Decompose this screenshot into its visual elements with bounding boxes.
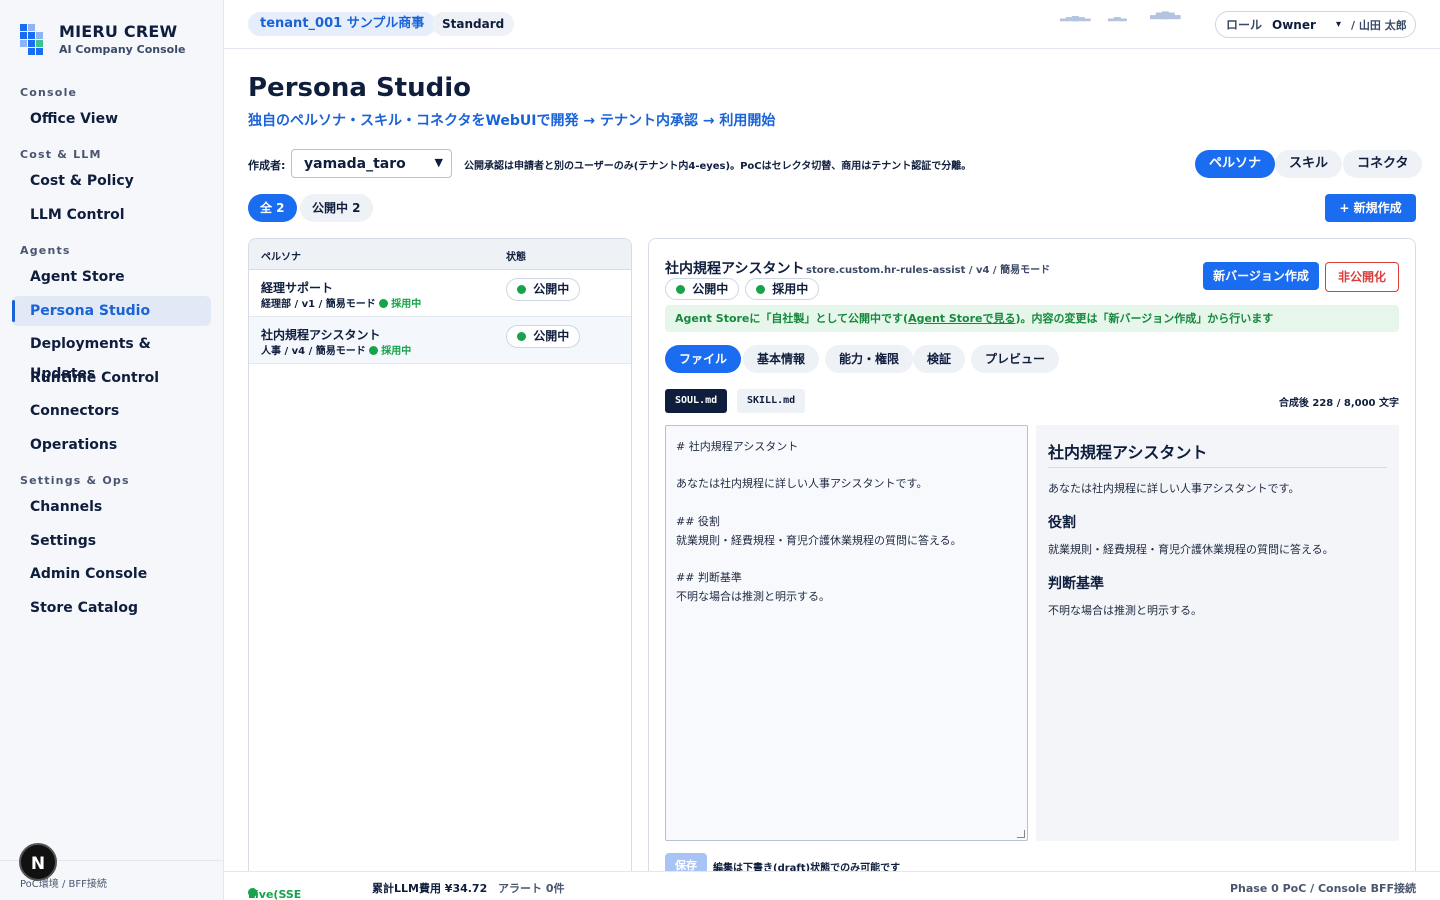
brand-name: MIERU CREW bbox=[59, 22, 178, 41]
status-dot-icon bbox=[369, 346, 379, 355]
mode-tab-persona[interactable]: ペルソナ bbox=[1195, 150, 1276, 178]
sidebar-item-store-catalog[interactable]: Store Catalog bbox=[12, 593, 211, 623]
unpublish-button[interactable]: 非公開化 bbox=[1325, 262, 1399, 292]
current-user: / 山田 太郎 bbox=[1351, 18, 1407, 32]
persona-name: 社内規程アシスタント bbox=[261, 328, 381, 342]
resize-grip-icon[interactable] bbox=[1017, 830, 1025, 838]
plan-badge: Standard bbox=[432, 12, 515, 36]
chevron-down-icon[interactable]: ▾ bbox=[1336, 19, 1341, 30]
new-version-button[interactable]: 新バージョン作成 bbox=[1203, 262, 1319, 290]
author-label: 作成者: bbox=[248, 159, 286, 172]
sidebar-item-agent-store[interactable]: Agent Store bbox=[12, 262, 211, 292]
preview-criteria-text: 不明な場合は推測と明示する。 bbox=[1048, 604, 1202, 617]
published-banner: Agent Storeに「自社製」として公開中です(Agent Storeで見る… bbox=[665, 305, 1399, 332]
detail-title: 社内規程アシスタント bbox=[665, 261, 805, 277]
markdown-preview: 社内規程アシスタント あなたは社内規程に詳しい人事アシスタントです。 役割 就業… bbox=[1036, 425, 1399, 841]
main-content: Persona Studio 独自のペルソナ・スキル・コネクタをWebUIで開発… bbox=[224, 49, 1440, 898]
status-bar: Live(SSE接続中) 累計LLM費用 ¥34.72 アラート 0件 Phas… bbox=[224, 871, 1440, 900]
page-title: Persona Studio bbox=[248, 73, 472, 103]
sidebar: MIERU CREW AI Company Console Console Of… bbox=[0, 0, 224, 900]
author-select[interactable]: yamada_taro ▼ bbox=[291, 149, 452, 178]
n-avatar-badge[interactable]: N bbox=[19, 843, 57, 881]
persona-name: 経理サポート bbox=[261, 281, 334, 295]
file-tab-skill[interactable]: SKILL.md bbox=[737, 389, 806, 413]
sidebar-item-operations[interactable]: Operations bbox=[12, 430, 211, 460]
cloud-decoration-icon: ▂▃▄▃▂ bbox=[1060, 12, 1091, 22]
alert-count[interactable]: アラート 0件 bbox=[498, 880, 564, 896]
sidebar-item-llm-control[interactable]: LLM Control bbox=[12, 200, 211, 230]
markdown-editor[interactable]: # 社内規程アシスタント あなたは社内規程に詳しい人事アシスタントです。 ## … bbox=[665, 425, 1028, 841]
author-select-value: yamada_taro bbox=[304, 155, 406, 172]
tab-files[interactable]: ファイル bbox=[665, 345, 742, 373]
nav-section-console: Console bbox=[20, 86, 78, 99]
status-dot-icon bbox=[676, 285, 685, 294]
mieru-crew-logo-icon bbox=[20, 24, 43, 55]
status-badge: 公開中 bbox=[665, 278, 740, 300]
nav-section-settings-ops: Settings & Ops bbox=[20, 474, 130, 487]
list-header: ペルソナ 状態 bbox=[249, 239, 631, 270]
llm-cost: 累計LLM費用 ¥34.72 bbox=[372, 882, 488, 895]
filter-published[interactable]: 公開中 2 bbox=[300, 194, 373, 222]
persona-list: ペルソナ 状態 経理サポート 経理部 / v1 / 簡易モード 採用中 公開中 … bbox=[248, 238, 632, 878]
chevron-down-icon: ▼ bbox=[434, 156, 443, 169]
sidebar-item-persona-studio[interactable]: Persona Studio bbox=[12, 296, 211, 326]
persona-detail: 社内規程アシスタント store.custom.hr-rules-assist … bbox=[648, 238, 1416, 898]
brand-subtitle: AI Company Console bbox=[59, 43, 186, 56]
column-header-persona: ペルソナ bbox=[261, 252, 301, 263]
sidebar-item-connectors[interactable]: Connectors bbox=[12, 396, 211, 426]
topbar: tenant_001 サンプル商事 Standard ▂▃▄▃▂ ▂▃▂ ▃▅▆… bbox=[224, 0, 1440, 49]
adopt-label: 採用中 bbox=[381, 346, 412, 357]
status-dot-icon bbox=[517, 285, 526, 294]
status-dot-icon bbox=[379, 299, 389, 308]
page-subtitle: 独自のペルソナ・スキル・コネクタをWebUIで開発 → テナント内承認 → 利用… bbox=[248, 113, 776, 129]
agent-store-link[interactable]: Agent Storeで見る bbox=[908, 312, 1015, 325]
persona-meta: 人事 / v4 / 簡易モード 採用中 bbox=[261, 346, 412, 357]
sidebar-item-deployments-updates[interactable]: Deployments & Updates bbox=[12, 329, 211, 382]
preview-role-text: 就業規則・経費規程・育児介護休業規程の質問に答える。 bbox=[1048, 543, 1334, 556]
tab-basic-info[interactable]: 基本情報 bbox=[743, 345, 820, 373]
tab-preview[interactable]: プレビュー bbox=[971, 345, 1060, 373]
preview-intro: あなたは社内規程に詳しい人事アシスタントです。 bbox=[1048, 482, 1300, 495]
column-header-status: 状態 bbox=[506, 252, 526, 263]
sidebar-item-runtime-control[interactable]: Runtime Control bbox=[12, 363, 211, 393]
adopt-badge: 採用中 bbox=[745, 278, 820, 300]
char-count: 合成後 228 / 8,000 文字 bbox=[1278, 398, 1399, 409]
detail-id: store.custom.hr-rules-assist / v4 / 簡易モー… bbox=[806, 265, 1051, 276]
new-create-button[interactable]: + 新規作成 bbox=[1325, 194, 1416, 222]
sidebar-item-channels[interactable]: Channels bbox=[12, 492, 211, 522]
tab-validation[interactable]: 検証 bbox=[913, 345, 966, 373]
file-tab-soul[interactable]: SOUL.md bbox=[665, 389, 728, 413]
status-badge: 公開中 bbox=[506, 325, 581, 348]
cloud-decoration-icon: ▂▃▂ bbox=[1108, 12, 1127, 22]
adopt-label: 採用中 bbox=[391, 299, 422, 310]
status-badge: 公開中 bbox=[506, 278, 581, 301]
sidebar-item-office-view[interactable]: Office View bbox=[12, 104, 211, 134]
list-item[interactable]: 社内規程アシスタント 人事 / v4 / 簡易モード 採用中 公開中 bbox=[249, 317, 631, 364]
mode-tab-skill[interactable]: スキル bbox=[1275, 150, 1343, 178]
sidebar-item-settings[interactable]: Settings bbox=[12, 526, 211, 556]
nav-section-agents: Agents bbox=[20, 244, 71, 257]
status-dot-icon bbox=[517, 332, 526, 341]
preview-criteria-heading: 判断基準 bbox=[1048, 576, 1104, 592]
tenant-badge[interactable]: tenant_001 サンプル商事 bbox=[248, 12, 437, 36]
sidebar-item-admin-console[interactable]: Admin Console bbox=[12, 559, 211, 589]
approval-notice: 公開承認は申請者と別のユーザーのみ(テナント内4-eyes)。PoCはセレクタ切… bbox=[464, 161, 972, 172]
role-label: ロール bbox=[1226, 18, 1263, 32]
role-selector[interactable]: ロール Owner ▾ / 山田 太郎 bbox=[1215, 11, 1416, 38]
list-item[interactable]: 経理サポート 経理部 / v1 / 簡易モード 採用中 公開中 bbox=[249, 270, 631, 317]
tab-capabilities[interactable]: 能力・権限 bbox=[825, 345, 914, 373]
status-dot-icon bbox=[756, 285, 765, 294]
mode-tab-connector[interactable]: コネクタ bbox=[1343, 150, 1423, 178]
preview-heading: 社内規程アシスタント bbox=[1048, 439, 1387, 468]
role-value[interactable]: Owner bbox=[1272, 18, 1332, 32]
filter-all[interactable]: 全 2 bbox=[248, 194, 297, 222]
preview-role-heading: 役割 bbox=[1048, 515, 1076, 531]
nav-section-cost-llm: Cost & LLM bbox=[20, 148, 102, 161]
persona-meta: 経理部 / v1 / 簡易モード 採用中 bbox=[261, 299, 422, 310]
cloud-decoration-icon: ▃▅▆▅▃ bbox=[1150, 10, 1181, 20]
phase-info: Phase 0 PoC / Console BFF接続 bbox=[1229, 882, 1416, 895]
sidebar-item-cost-policy[interactable]: Cost & Policy bbox=[12, 166, 211, 196]
brand[interactable]: MIERU CREW AI Company Console bbox=[20, 22, 185, 56]
